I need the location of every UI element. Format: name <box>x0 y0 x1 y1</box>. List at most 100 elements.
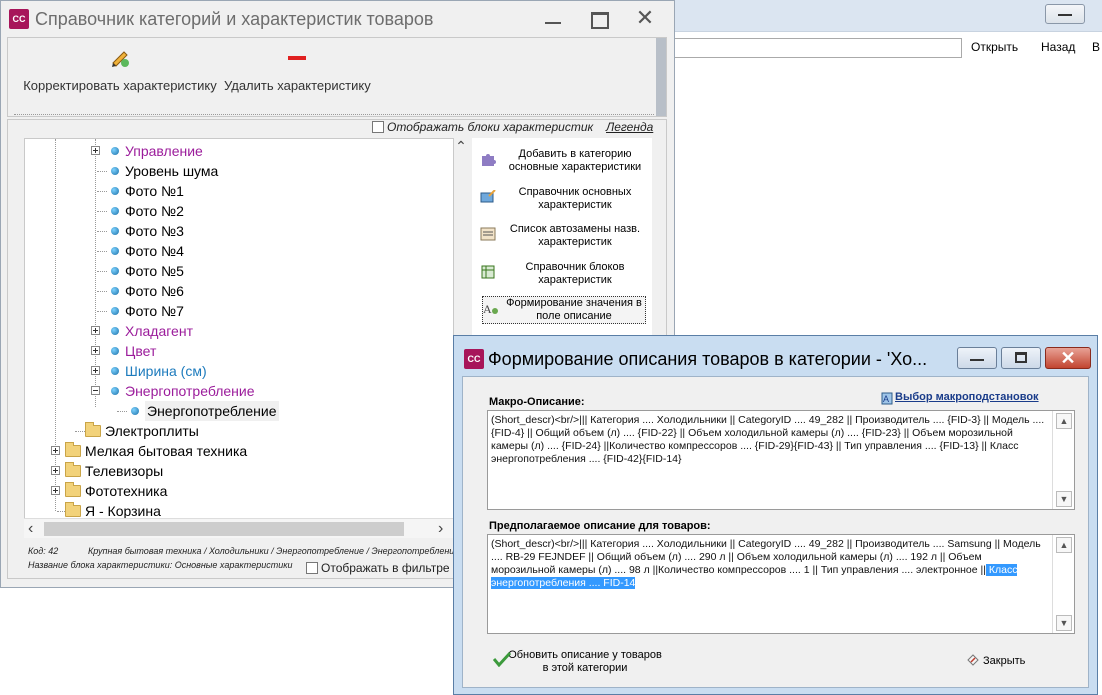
tree-item[interactable]: Энергопотребление <box>25 401 453 421</box>
tree-item-label: Фото №4 <box>125 243 184 259</box>
close-dialog-icon <box>967 654 979 666</box>
tree-item[interactable]: Фото №6 <box>25 281 453 301</box>
scroll-thumb[interactable] <box>44 522 404 536</box>
tree-item-label: Фото №2 <box>125 203 184 219</box>
update-description-button[interactable]: Обновить описание у товаров в этой катег… <box>493 649 663 675</box>
tree-connector <box>97 291 107 292</box>
back-link[interactable]: Назад <box>1041 40 1075 54</box>
close-button[interactable]: ✕ <box>1045 347 1091 369</box>
expand-icon[interactable] <box>51 446 60 455</box>
minimize-button[interactable] <box>541 9 565 29</box>
tree-item[interactable]: Фототехника <box>25 481 453 501</box>
close-dialog-label: Закрыть <box>983 655 1026 667</box>
tree-connector <box>97 191 107 192</box>
characteristic-bullet-icon <box>111 267 119 275</box>
open-link[interactable]: Открыть <box>971 40 1018 54</box>
base-characteristics-reference-action[interactable]: Справочник основных характеристик <box>480 186 650 212</box>
delete-characteristic-button[interactable]: Удалить характеристику <box>224 46 371 93</box>
book-edit-icon <box>480 190 496 203</box>
macro-description-field[interactable]: (Short_descr)<br/>||| Категория .... Хол… <box>487 410 1075 510</box>
add-base-characteristics-action[interactable]: Добавить в категорию основные характерис… <box>480 148 650 174</box>
tree-item[interactable]: Цвет <box>25 341 453 361</box>
status-path: Крупная бытовая техника / Холодильники /… <box>88 546 454 556</box>
maximize-button[interactable] <box>587 9 611 29</box>
tree-connector <box>97 251 107 252</box>
tree-item[interactable]: Фото №7 <box>25 301 453 321</box>
tree-item[interactable]: Фото №2 <box>25 201 453 221</box>
characteristic-bullet-icon <box>111 147 119 155</box>
tree-item[interactable]: Ширина (см) <box>25 361 453 381</box>
scroll-left-arrow-icon[interactable]: ‹ <box>28 519 33 539</box>
tree-item[interactable]: Фото №1 <box>25 181 453 201</box>
tree-item[interactable]: Электроплиты <box>25 421 453 441</box>
tree-item[interactable]: Фото №5 <box>25 261 453 281</box>
blocks-reference-action[interactable]: Справочник блоков характеристик <box>480 261 650 287</box>
tree-item[interactable]: Энергопотребление <box>25 381 453 401</box>
legend-link[interactable]: Легенда <box>606 120 653 134</box>
category-tree: Управление Уровень шума Фото №1 Фото №2 Фото… <box>24 138 454 538</box>
tree-item[interactable]: Мелкая бытовая техника <box>25 441 453 461</box>
folder-icon <box>85 422 101 437</box>
expand-icon[interactable] <box>51 486 60 495</box>
tree-item[interactable]: Уровень шума <box>25 161 453 181</box>
tree-item[interactable]: Фото №4 <box>25 241 453 261</box>
checkbox[interactable] <box>306 562 318 574</box>
characteristic-bullet-icon <box>131 407 139 415</box>
forward-link[interactable]: В <box>1092 40 1100 54</box>
checkbox[interactable] <box>372 121 384 133</box>
edit-characteristic-button[interactable]: Корректировать характеристику <box>20 46 220 93</box>
expand-icon[interactable] <box>91 366 100 375</box>
collapse-icon[interactable] <box>91 386 100 395</box>
form-description-action[interactable]: A Формирование значения в поле описание <box>482 296 646 324</box>
minimize-button[interactable] <box>957 347 997 369</box>
scroll-down-arrow-icon[interactable]: ▼ <box>1056 615 1072 631</box>
toolbar-divider <box>14 114 654 115</box>
tree-item-label: Хладагент <box>125 323 193 339</box>
dialog-title: Формирование описания товаров в категори… <box>488 349 928 369</box>
tree-connector <box>75 431 85 432</box>
tree-connector <box>97 211 107 212</box>
scroll-up-arrow-icon[interactable]: ⌃ <box>454 138 468 158</box>
expand-icon[interactable] <box>91 326 100 335</box>
characteristic-bullet-icon <box>111 327 119 335</box>
expand-icon[interactable] <box>91 346 100 355</box>
checkmark-icon <box>493 651 511 667</box>
tree-item[interactable]: Телевизоры <box>25 461 453 481</box>
folder-icon <box>65 482 81 497</box>
address-input[interactable] <box>675 38 962 58</box>
horizontal-scrollbar[interactable]: ‹ › <box>24 518 454 538</box>
characteristic-bullet-icon <box>111 247 119 255</box>
scroll-right-arrow-icon[interactable]: › <box>438 519 443 539</box>
macro-substitution-link[interactable]: Выбор макроподстановок <box>895 391 1039 403</box>
tree-item[interactable]: Управление <box>25 141 453 161</box>
preview-description-label: Предполагаемое описание для товаров: <box>489 520 711 532</box>
tree-item-label: Фототехника <box>85 483 168 499</box>
show-in-filter-checkbox[interactable]: Отображать в фильтре <box>306 561 450 575</box>
macro-scrollbar[interactable]: ▲ ▼ <box>1052 411 1074 509</box>
text-gear-icon: A <box>483 302 498 315</box>
close-dialog-button[interactable]: Закрыть <box>966 653 1025 667</box>
minimize-button[interactable] <box>1045 4 1085 24</box>
scroll-up-arrow-icon[interactable]: ▲ <box>1056 537 1072 553</box>
tree-item-label: Телевизоры <box>85 463 164 479</box>
preview-description-field[interactable]: (Short_descr)<br/>||| Категория .... Хол… <box>487 534 1075 634</box>
autoreplace-list-action[interactable]: Список автозамены назв. характеристик <box>480 223 650 249</box>
scroll-down-arrow-icon[interactable]: ▼ <box>1056 491 1072 507</box>
scroll-up-arrow-icon[interactable]: ▲ <box>1056 413 1072 429</box>
status-code: Код: 42 <box>28 546 59 556</box>
characteristic-bullet-icon <box>111 307 119 315</box>
close-button[interactable]: ✕ <box>633 7 657 29</box>
tree-item[interactable]: Фото №3 <box>25 221 453 241</box>
pencil-icon <box>112 51 129 67</box>
tree-item[interactable]: Хладагент <box>25 321 453 341</box>
actions-panel: Добавить в категорию основные характерис… <box>472 138 652 338</box>
app-logo-icon: CC <box>9 9 29 29</box>
preview-scrollbar[interactable]: ▲ ▼ <box>1052 535 1074 633</box>
minus-icon <box>287 56 306 60</box>
maximize-button[interactable] <box>1001 347 1041 369</box>
expand-icon[interactable] <box>51 466 60 475</box>
show-blocks-checkbox[interactable]: Отображать блоки характеристик <box>372 120 593 134</box>
toolbar-scrollbar[interactable] <box>656 38 666 116</box>
tree-item-label: Фото №7 <box>125 303 184 319</box>
expand-icon[interactable] <box>91 146 100 155</box>
